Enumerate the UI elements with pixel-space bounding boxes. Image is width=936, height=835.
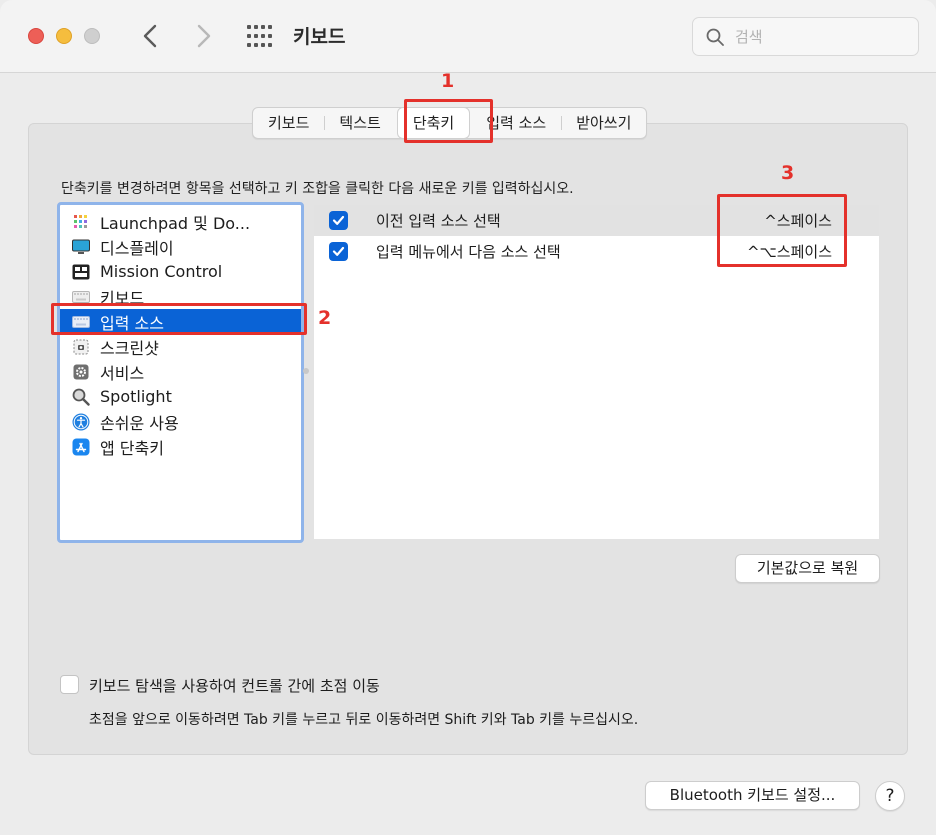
annotation-number-1: 1 xyxy=(441,70,455,92)
grid-icon xyxy=(247,25,272,47)
category-launchpad-dock[interactable]: Launchpad 및 Do... xyxy=(60,209,301,234)
category-label: 앱 단축키 xyxy=(100,438,164,458)
category-mission-control[interactable]: Mission Control xyxy=(60,259,301,284)
shortcut-label: 이전 입력 소스 선택 xyxy=(376,212,501,230)
tab-dictation[interactable]: 받아쓰기 xyxy=(561,108,646,138)
category-label: 서비스 xyxy=(100,363,145,383)
split-view-handle[interactable] xyxy=(303,368,309,374)
keyboard-navigation-label: 키보드 탐색을 사용하여 컨트롤 간에 초점 이동 xyxy=(89,677,380,695)
zoom-window-button[interactable] xyxy=(84,28,100,44)
category-spotlight[interactable]: Spotlight xyxy=(60,384,301,409)
shortcut-category-list: Launchpad 및 Do... 디스플레이 Mission Control … xyxy=(57,202,304,543)
annotation-box-2 xyxy=(51,303,307,335)
display-icon xyxy=(72,238,90,256)
search-input[interactable] xyxy=(735,26,905,48)
shortcut-enabled-checkbox[interactable] xyxy=(329,242,348,261)
chevron-left-icon xyxy=(143,24,157,48)
instruction-text: 단축키를 변경하려면 항목을 선택하고 키 조합을 클릭한 다음 새로운 키를 … xyxy=(61,181,574,197)
minimize-window-button[interactable] xyxy=(56,28,72,44)
annotation-box-3 xyxy=(717,194,847,267)
title-bar: 키보드 xyxy=(0,0,936,73)
restore-defaults-button[interactable]: 기본값으로 복원 xyxy=(735,554,880,583)
tab-keyboard[interactable]: 키보드 xyxy=(253,108,324,138)
help-button[interactable]: ? xyxy=(875,781,905,811)
keyboard-navigation-checkbox[interactable] xyxy=(60,675,79,694)
annotation-number-3: 3 xyxy=(781,162,795,184)
category-display[interactable]: 디스플레이 xyxy=(60,234,301,259)
category-label: 디스플레이 xyxy=(100,238,174,258)
category-label: Launchpad 및 Do... xyxy=(100,213,251,233)
back-button[interactable] xyxy=(136,20,166,52)
window-title: 키보드 xyxy=(293,26,346,48)
system-preferences-window: 키보드 키보드 텍스트 단축키 입력 소스 받아쓰기 단축키를 변경하려면 항목… xyxy=(0,0,936,835)
show-all-button[interactable] xyxy=(246,24,272,48)
category-label: Spotlight xyxy=(100,387,172,406)
checkmark-icon xyxy=(332,246,345,256)
bluetooth-keyboard-setup-button[interactable]: Bluetooth 키보드 설정... xyxy=(645,781,860,810)
category-label: Mission Control xyxy=(100,262,223,281)
launchpad-icon xyxy=(72,213,90,231)
shortcut-enabled-checkbox[interactable] xyxy=(329,211,348,230)
accessibility-icon xyxy=(72,413,90,431)
category-label: 손쉬운 사용 xyxy=(100,413,179,433)
category-accessibility[interactable]: 손쉬운 사용 xyxy=(60,409,301,434)
gear-icon xyxy=(72,363,90,381)
annotation-number-2: 2 xyxy=(318,307,332,329)
checkmark-icon xyxy=(332,215,345,225)
shortcut-label: 입력 메뉴에서 다음 소스 선택 xyxy=(376,243,561,261)
tab-text[interactable]: 텍스트 xyxy=(324,108,395,138)
chevron-right-icon xyxy=(197,24,211,48)
search-icon xyxy=(706,28,724,46)
mission-control-icon xyxy=(72,263,90,281)
app-store-icon xyxy=(72,438,90,456)
category-services[interactable]: 서비스 xyxy=(60,359,301,384)
search-field[interactable] xyxy=(692,17,919,56)
annotation-box-1 xyxy=(404,99,493,143)
forward-button[interactable] xyxy=(188,20,218,52)
category-screenshot[interactable]: 스크린샷 xyxy=(60,334,301,359)
category-label: 스크린샷 xyxy=(100,338,159,358)
keyboard-navigation-hint: 초점을 앞으로 이동하려면 Tab 키를 누르고 뒤로 이동하려면 Shift … xyxy=(89,712,639,728)
magnifier-icon xyxy=(72,388,90,406)
close-window-button[interactable] xyxy=(28,28,44,44)
screenshot-icon xyxy=(72,338,90,356)
category-app-shortcuts[interactable]: 앱 단축키 xyxy=(60,434,301,459)
